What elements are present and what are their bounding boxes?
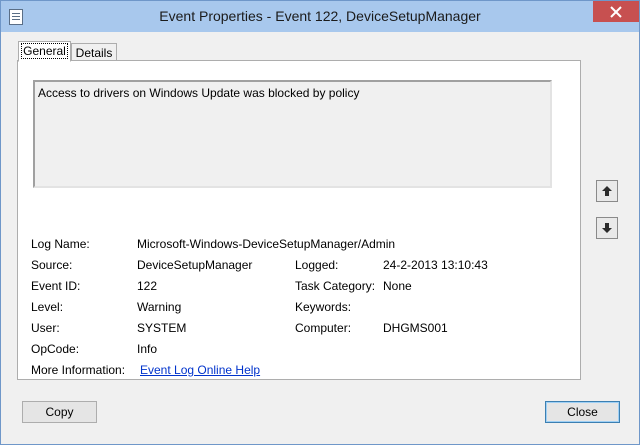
previous-event-button[interactable] xyxy=(596,180,618,202)
task-category-label: Task Category: xyxy=(295,279,376,293)
event-id-label: Event ID: xyxy=(31,279,81,293)
close-icon xyxy=(610,5,622,18)
event-properties-window: Event Properties - Event 122, DeviceSetu… xyxy=(0,0,640,445)
window-title: Event Properties - Event 122, DeviceSetu… xyxy=(159,8,481,24)
copy-button[interactable]: Copy xyxy=(22,401,97,423)
tab-general[interactable]: General xyxy=(18,41,71,62)
dialog-client-area: General Details Access to drivers on Win… xyxy=(9,32,631,436)
arrow-up-icon xyxy=(602,186,612,196)
logged-value: 24-2-2013 13:10:43 xyxy=(383,258,488,272)
task-category-value: None xyxy=(383,279,412,293)
user-label: User: xyxy=(31,321,60,335)
event-description-text: Access to drivers on Windows Update was … xyxy=(38,86,360,100)
title-bar[interactable]: Event Properties - Event 122, DeviceSetu… xyxy=(1,1,639,32)
copy-button-label: Copy xyxy=(45,405,74,419)
next-event-button[interactable] xyxy=(596,217,618,239)
level-value: Warning xyxy=(137,300,182,314)
log-name-label: Log Name: xyxy=(31,237,90,251)
source-label: Source: xyxy=(31,258,73,272)
level-label: Level: xyxy=(31,300,64,314)
logged-label: Logged: xyxy=(295,258,339,272)
tab-details-label: Details xyxy=(75,46,113,60)
computer-value: DHGMS001 xyxy=(383,321,448,335)
event-id-value: 122 xyxy=(137,279,158,293)
general-tab-panel: Access to drivers on Windows Update was … xyxy=(17,60,581,380)
keywords-label: Keywords: xyxy=(295,300,352,314)
event-log-online-help-link[interactable]: Event Log Online Help xyxy=(140,363,260,377)
opcode-label: OpCode: xyxy=(31,342,80,356)
log-name-value: Microsoft-Windows-DeviceSetupManager/Adm… xyxy=(137,237,396,251)
close-button[interactable]: Close xyxy=(545,401,620,423)
source-value: DeviceSetupManager xyxy=(137,258,253,272)
tab-general-label: General xyxy=(21,43,68,59)
arrow-down-icon xyxy=(602,223,612,233)
event-description-box[interactable]: Access to drivers on Windows Update was … xyxy=(33,80,552,188)
computer-label: Computer: xyxy=(295,321,352,335)
user-value: SYSTEM xyxy=(137,321,187,335)
close-button-label: Close xyxy=(567,405,598,419)
more-information-label: More Information: xyxy=(31,363,126,377)
opcode-value: Info xyxy=(137,342,158,356)
window-close-button[interactable] xyxy=(593,1,639,22)
